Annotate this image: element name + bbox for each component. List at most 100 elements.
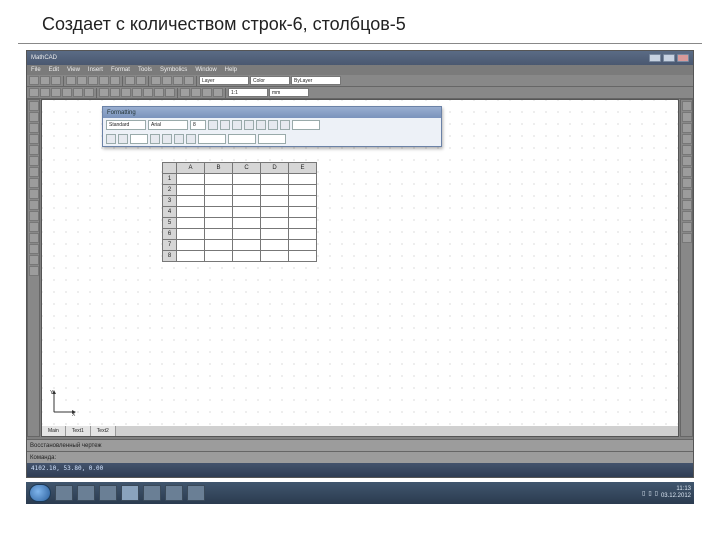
cell[interactable] xyxy=(205,218,233,229)
cell[interactable] xyxy=(205,251,233,262)
font-select[interactable]: Arial xyxy=(148,120,188,130)
rtool-h-icon[interactable] xyxy=(682,178,692,188)
tool-g-icon[interactable] xyxy=(29,167,39,177)
clock-date[interactable]: 03.12.2012 xyxy=(661,493,691,500)
row-8[interactable]: 8 xyxy=(163,251,177,262)
taskbar-pdf-icon[interactable] xyxy=(165,485,183,501)
row-4[interactable]: 4 xyxy=(163,207,177,218)
align-left-icon[interactable] xyxy=(244,120,254,130)
size-select[interactable]: 8 xyxy=(190,120,206,130)
cell[interactable] xyxy=(233,251,261,262)
clock-time[interactable]: 11:13 xyxy=(661,486,691,493)
tool-m-icon[interactable] xyxy=(29,233,39,243)
rtool-i-icon[interactable] xyxy=(682,189,692,199)
rtool-e-icon[interactable] xyxy=(682,145,692,155)
row-2[interactable]: 2 xyxy=(163,185,177,196)
tab-main[interactable]: Main xyxy=(42,426,66,436)
cell[interactable] xyxy=(289,174,317,185)
tray-vol-icon[interactable]: ▯ xyxy=(655,490,658,497)
row4-icon[interactable] xyxy=(162,134,172,144)
close-button[interactable] xyxy=(677,54,689,62)
cell[interactable] xyxy=(177,218,205,229)
start-button[interactable] xyxy=(29,484,51,502)
row-field-2[interactable] xyxy=(198,134,226,144)
row-field-1[interactable] xyxy=(130,134,148,144)
col-c[interactable]: C xyxy=(233,163,261,174)
menu-help[interactable]: Help xyxy=(225,67,237,73)
formatting-toolbar[interactable]: Formatting Standard Arial 8 xyxy=(102,106,442,147)
taskbar-browser-icon[interactable] xyxy=(77,485,95,501)
cell[interactable] xyxy=(233,174,261,185)
menu-tools[interactable]: Tools xyxy=(138,67,152,73)
cell[interactable] xyxy=(177,196,205,207)
grid-icon[interactable] xyxy=(173,76,183,85)
layer-field[interactable]: Layer xyxy=(199,76,249,85)
move-icon[interactable] xyxy=(99,88,109,97)
save-icon[interactable] xyxy=(51,76,61,85)
cell[interactable] xyxy=(289,240,317,251)
cell[interactable] xyxy=(261,185,289,196)
style-select[interactable]: Standard xyxy=(106,120,146,130)
offset-icon[interactable] xyxy=(143,88,153,97)
underline-icon[interactable] xyxy=(232,120,242,130)
row3-icon[interactable] xyxy=(150,134,160,144)
snap-icon[interactable] xyxy=(184,76,194,85)
cell[interactable] xyxy=(177,207,205,218)
undo-icon[interactable] xyxy=(125,76,135,85)
cell[interactable] xyxy=(289,218,317,229)
open-icon[interactable] xyxy=(40,76,50,85)
tray-flag-icon[interactable]: ▯ xyxy=(642,490,645,497)
dim-icon[interactable] xyxy=(180,88,190,97)
tool-k-icon[interactable] xyxy=(29,211,39,221)
tool-b-icon[interactable] xyxy=(29,112,39,122)
tool-p-icon[interactable] xyxy=(29,266,39,276)
menu-edit[interactable]: Edit xyxy=(49,67,59,73)
tool-a-icon[interactable] xyxy=(29,101,39,111)
row6-icon[interactable] xyxy=(186,134,196,144)
cell[interactable] xyxy=(177,185,205,196)
table-icon[interactable] xyxy=(213,88,223,97)
rtool-l-icon[interactable] xyxy=(682,222,692,232)
taskbar-media-icon[interactable] xyxy=(143,485,161,501)
tray-net-icon[interactable]: ▯ xyxy=(648,490,651,497)
system-tray[interactable]: ▯ ▯ ▯ 11:13 03.12.2012 xyxy=(642,486,691,500)
paste-icon[interactable] xyxy=(110,76,120,85)
inserted-table[interactable]: A B C D E 1 2 3 4 5 6 7 8 xyxy=(162,162,317,262)
tool-j-icon[interactable] xyxy=(29,200,39,210)
menu-insert[interactable]: Insert xyxy=(88,67,103,73)
cell[interactable] xyxy=(177,229,205,240)
cell[interactable] xyxy=(205,174,233,185)
new-icon[interactable] xyxy=(29,76,39,85)
menu-symbolics[interactable]: Symbolics xyxy=(160,67,187,73)
cell[interactable] xyxy=(261,196,289,207)
rtool-a-icon[interactable] xyxy=(682,101,692,111)
extend-icon[interactable] xyxy=(165,88,175,97)
row5-icon[interactable] xyxy=(174,134,184,144)
preview-icon[interactable] xyxy=(77,76,87,85)
row-field-4[interactable] xyxy=(258,134,286,144)
command-line[interactable]: 4102.10, 53.80, 0.00 xyxy=(27,463,693,477)
menu-format[interactable]: Format xyxy=(111,67,130,73)
circle-icon[interactable] xyxy=(51,88,61,97)
align-right-icon[interactable] xyxy=(268,120,278,130)
tool-h-icon[interactable] xyxy=(29,178,39,188)
menu-file[interactable]: File xyxy=(31,67,41,73)
trim-icon[interactable] xyxy=(154,88,164,97)
print-icon[interactable] xyxy=(66,76,76,85)
scale-field[interactable]: 1:1 xyxy=(228,88,268,97)
tab-2[interactable]: Text2 xyxy=(91,426,116,436)
cell[interactable] xyxy=(289,185,317,196)
menu-window[interactable]: Window xyxy=(195,67,216,73)
cell[interactable] xyxy=(289,196,317,207)
tool-n-icon[interactable] xyxy=(29,244,39,254)
rtool-m-icon[interactable] xyxy=(682,233,692,243)
rtool-g-icon[interactable] xyxy=(682,167,692,177)
zoom-icon[interactable] xyxy=(151,76,161,85)
cell[interactable] xyxy=(233,185,261,196)
rtool-c-icon[interactable] xyxy=(682,123,692,133)
rtool-j-icon[interactable] xyxy=(682,200,692,210)
copy-icon[interactable] xyxy=(99,76,109,85)
scale-icon[interactable] xyxy=(121,88,131,97)
cell[interactable] xyxy=(261,229,289,240)
rotate-icon[interactable] xyxy=(110,88,120,97)
